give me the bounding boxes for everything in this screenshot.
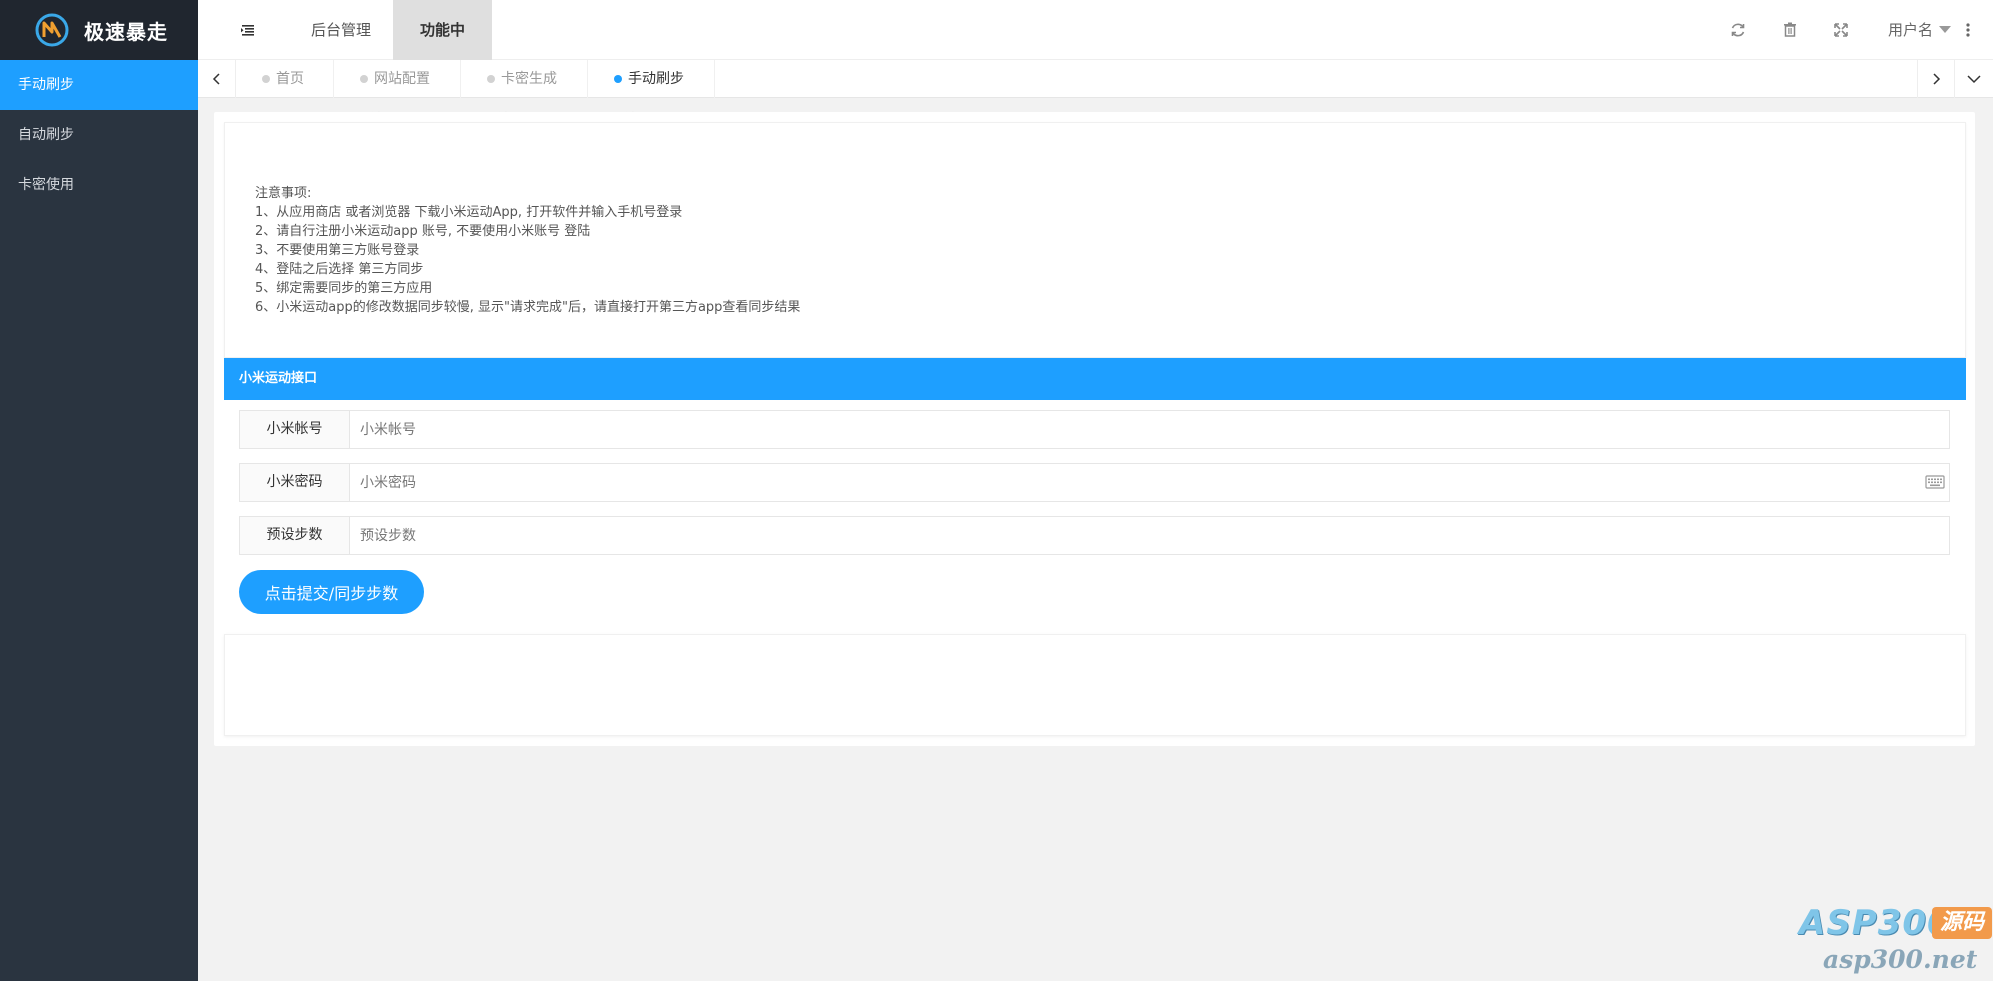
page-tab-home[interactable]: 首页 — [236, 60, 334, 98]
notice-line: 1、从应用商店 或者浏览器 下载小米运动App, 打开软件并输入手机号登录 — [255, 205, 683, 220]
notice-card: 注意事项: 1、从应用商店 或者浏览器 下载小米运动App, 打开软件并输入手机… — [224, 122, 1966, 358]
password-input[interactable] — [350, 464, 1949, 501]
brand-logo-icon — [35, 13, 69, 47]
brand-logo[interactable]: 极速暴走 — [0, 0, 198, 60]
panel-title: 小米运动接口 — [224, 358, 1966, 400]
user-menu[interactable]: 用户名 — [1888, 0, 1952, 60]
trash-icon[interactable] — [1780, 20, 1800, 40]
page-tabs-bar: 首页 网站配置✕ 卡密生成✕ 手动刷步✕ — [198, 60, 1993, 125]
chevron-right-icon — [1933, 73, 1941, 85]
notice-line: 6、小米运动app的修改数据同步较慢, 显示"请求完成"后，请直接打开第三方ap… — [255, 300, 801, 315]
notice-line: 4、登陆之后选择 第三方同步 — [255, 262, 424, 277]
watermark-badge: 源码 — [1932, 907, 1992, 939]
main-content: 注意事项: 1、从应用商店 或者浏览器 下载小米运动App, 打开软件并输入手机… — [214, 112, 1975, 746]
submit-sync-button[interactable]: 点击提交/同步步数 — [239, 570, 424, 614]
header-tab-admin[interactable]: 后台管理 — [291, 0, 391, 60]
sidebar-item-auto-steps[interactable]: 自动刷步 — [0, 110, 198, 160]
notice-title: 注意事项: — [255, 186, 312, 201]
form-row-steps: 预设步数 — [239, 516, 1950, 555]
tab-dot-icon — [262, 75, 270, 83]
notice-line: 3、不要使用第三方账号登录 — [255, 243, 420, 258]
caret-down-icon — [1939, 26, 1952, 33]
tab-dot-icon — [614, 75, 622, 83]
form-row-password: 小米密码 — [239, 463, 1950, 502]
sidebar: 极速暴走 手动刷步 自动刷步 卡密使用 — [0, 0, 198, 981]
keyboard-icon[interactable] — [1925, 474, 1945, 490]
result-card — [224, 634, 1966, 736]
steps-input[interactable] — [350, 517, 1949, 554]
sidebar-item-manual-steps[interactable]: 手动刷步 — [0, 60, 198, 110]
watermark-top-text: ASP300 — [1799, 903, 1952, 943]
username: 用户名 — [1888, 21, 1934, 39]
brand-name: 极速暴走 — [84, 19, 168, 44]
notice-line: 2、请自行注册小米运动app 账号, 不要使用小米账号 登陆 — [255, 224, 591, 239]
tab-dot-icon — [360, 75, 368, 83]
chevron-down-icon — [1967, 75, 1981, 84]
steps-label: 预设步数 — [240, 517, 350, 554]
tabs-scroll-left-button[interactable] — [198, 60, 236, 98]
notice-text: 注意事项: 1、从应用商店 或者浏览器 下载小米运动App, 打开软件并输入手机… — [255, 184, 800, 317]
fullscreen-icon[interactable] — [1831, 20, 1851, 40]
watermark-url: asp300.net — [1823, 945, 1978, 974]
chevron-left-icon — [212, 73, 220, 85]
page-tab-manual-steps[interactable]: 手动刷步✕ — [588, 60, 715, 125]
form-row-account: 小米帐号 — [239, 410, 1950, 449]
password-label: 小米密码 — [240, 464, 350, 501]
header-tab-function-center[interactable]: 功能中心 — [393, 0, 492, 99]
refresh-icon[interactable] — [1728, 20, 1748, 40]
menu-toggle-icon[interactable] — [238, 20, 258, 40]
notice-line: 5、绑定需要同步的第三方应用 — [255, 281, 433, 296]
page-tab-site-config[interactable]: 网站配置✕ — [334, 60, 461, 125]
watermark-logo: ASP300 源码 asp300.net — [1795, 903, 1993, 981]
page-tab-card-generate[interactable]: 卡密生成✕ — [461, 60, 588, 125]
more-icon[interactable] — [1958, 20, 1978, 40]
tabs-scroll-right-button[interactable] — [1917, 60, 1955, 98]
tabs-menu-button[interactable] — [1955, 60, 1993, 98]
top-header: 后台管理 功能中心 用户名 — [198, 0, 1993, 99]
account-input[interactable] — [350, 411, 1949, 448]
sidebar-item-card-use[interactable]: 卡密使用 — [0, 160, 198, 210]
account-label: 小米帐号 — [240, 411, 350, 448]
tab-dot-icon — [487, 75, 495, 83]
